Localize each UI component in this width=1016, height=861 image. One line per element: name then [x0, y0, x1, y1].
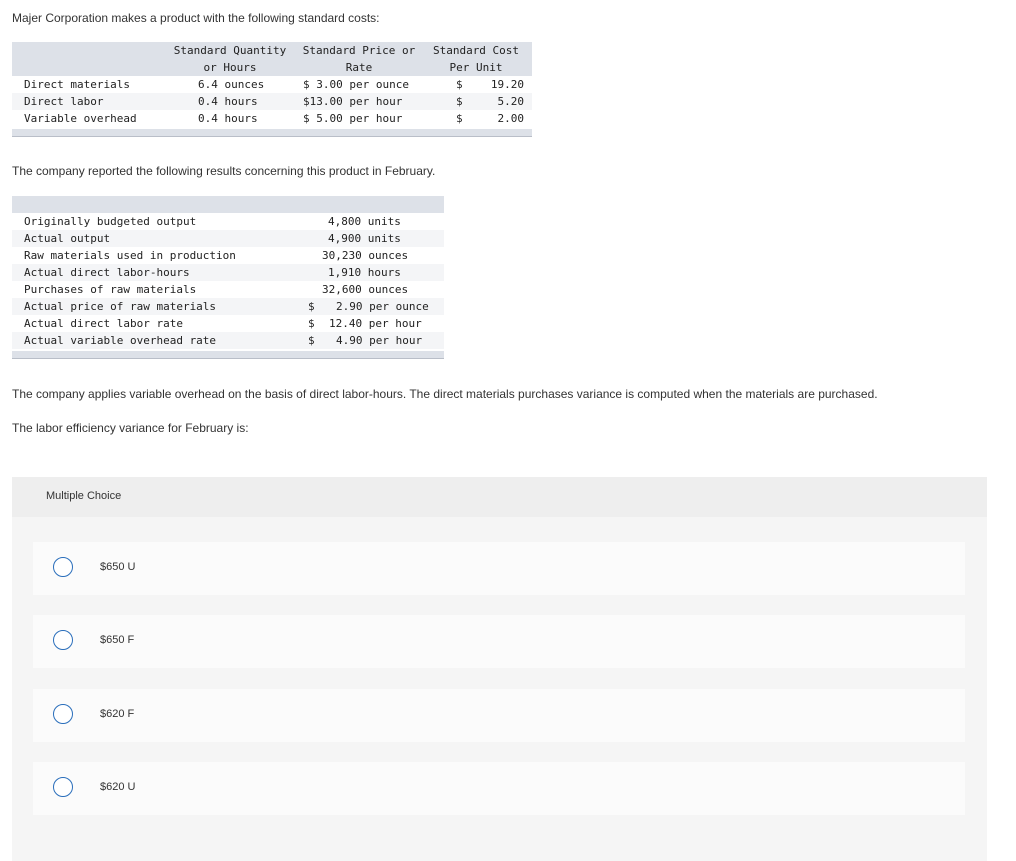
- row-label: Direct labor: [24, 95, 104, 108]
- table-row: Raw materials used in production 30,230 …: [12, 247, 444, 264]
- basis-note-text: The company applies variable overhead on…: [12, 387, 878, 401]
- radio-button-icon[interactable]: [53, 704, 73, 724]
- table-footer: [12, 129, 532, 137]
- multiple-choice-panel: Multiple Choice $650 U $650 F $620 F $62…: [12, 477, 987, 861]
- radio-button-icon[interactable]: [53, 777, 73, 797]
- choice-label: $620 F: [100, 708, 135, 720]
- table-row: Actual price of raw materials $ 2.90 per…: [12, 298, 444, 315]
- row-price: $ 3.00 per ounce: [303, 78, 409, 91]
- row-label: Actual direct labor-hours: [24, 266, 190, 279]
- choice-label: $650 U: [100, 561, 136, 573]
- table-row: Actual variable overhead rate $ 4.90 per…: [12, 332, 444, 349]
- choice-option[interactable]: $650 U: [33, 542, 965, 595]
- choice-option[interactable]: $650 F: [33, 615, 965, 668]
- standard-costs-table: Standard Quantity or Hours Standard Pric…: [12, 42, 532, 137]
- table-header: [12, 196, 444, 213]
- table-row: Actual direct labor-hours 1,910 hours: [12, 264, 444, 281]
- row-label: Purchases of raw materials: [24, 283, 197, 296]
- row-cost: 19.20: [490, 78, 524, 91]
- row-currency: $: [456, 78, 463, 91]
- results-intro-text: The company reported the following resul…: [12, 164, 436, 178]
- header-qty-line1: Standard Quantity: [173, 44, 287, 57]
- row-qty: 0.4 hours: [198, 95, 258, 108]
- row-label: Actual price of raw materials: [24, 300, 217, 313]
- table-footer: [12, 351, 444, 359]
- row-qty: 0.4 hours: [198, 112, 258, 125]
- row-value: 4.90 per hour: [336, 334, 423, 347]
- row-currency: $: [308, 334, 315, 347]
- multiple-choice-title: Multiple Choice: [46, 490, 122, 502]
- radio-button-icon[interactable]: [53, 557, 73, 577]
- february-results-table: Originally budgeted output 4,800 units A…: [12, 196, 444, 359]
- table-row: Purchases of raw materials 32,600 ounces: [12, 281, 444, 298]
- row-currency: $: [308, 317, 315, 330]
- row-label: Variable overhead: [24, 112, 137, 125]
- header-cost-line2: Per Unit: [449, 61, 503, 74]
- row-currency: $: [456, 95, 463, 108]
- radio-button-icon[interactable]: [53, 630, 73, 650]
- intro-text: Majer Corporation makes a product with t…: [12, 11, 380, 25]
- row-label: Actual direct labor rate: [24, 317, 183, 330]
- row-currency: $: [456, 112, 463, 125]
- row-cost: 2.00: [497, 112, 525, 125]
- multiple-choice-header: Multiple Choice: [12, 477, 987, 517]
- table-row: Originally budgeted output 4,800 units: [12, 213, 444, 230]
- header-price-line2: Rate: [345, 61, 373, 74]
- header-price-line1: Standard Price or: [302, 44, 416, 57]
- table-row: Actual direct labor rate $ 12.40 per hou…: [12, 315, 444, 332]
- row-currency: $: [308, 300, 315, 313]
- row-qty: 6.4 ounces: [198, 78, 265, 91]
- row-value: 12.40 per hour: [329, 317, 422, 330]
- header-qty-line2: or Hours: [203, 61, 257, 74]
- table-row: Variable overhead 0.4 hours $ 5.00 per h…: [12, 110, 532, 127]
- row-value: 2.90 per ounce: [336, 300, 429, 313]
- row-label: Raw materials used in production: [24, 249, 236, 262]
- row-value: 4,800 units: [328, 215, 401, 228]
- header-cost-line1: Standard Cost: [432, 44, 520, 57]
- row-value: 30,230 ounces: [322, 249, 409, 262]
- row-value: 4,900 units: [328, 232, 401, 245]
- row-value: 1,910 hours: [328, 266, 401, 279]
- row-label: Originally budgeted output: [24, 215, 197, 228]
- table-row: Actual output 4,900 units: [12, 230, 444, 247]
- table-row: Direct materials 6.4 ounces $ 3.00 per o…: [12, 76, 532, 93]
- row-value: 32,600 ounces: [322, 283, 409, 296]
- row-price: $ 5.00 per hour: [303, 112, 403, 125]
- row-cost: 5.20: [497, 95, 525, 108]
- choice-option[interactable]: $620 U: [33, 762, 965, 815]
- choice-option[interactable]: $620 F: [33, 689, 965, 742]
- row-label: Direct materials: [24, 78, 130, 91]
- table-row: Direct labor 0.4 hours $13.00 per hour $…: [12, 93, 532, 110]
- question-prompt: The labor efficiency variance for Februa…: [12, 421, 249, 435]
- choice-label: $620 U: [100, 781, 136, 793]
- row-price: $13.00 per hour: [303, 95, 403, 108]
- row-label: Actual output: [24, 232, 111, 245]
- choice-label: $650 F: [100, 634, 135, 646]
- table-header: Standard Quantity or Hours Standard Pric…: [12, 42, 532, 76]
- row-label: Actual variable overhead rate: [24, 334, 217, 347]
